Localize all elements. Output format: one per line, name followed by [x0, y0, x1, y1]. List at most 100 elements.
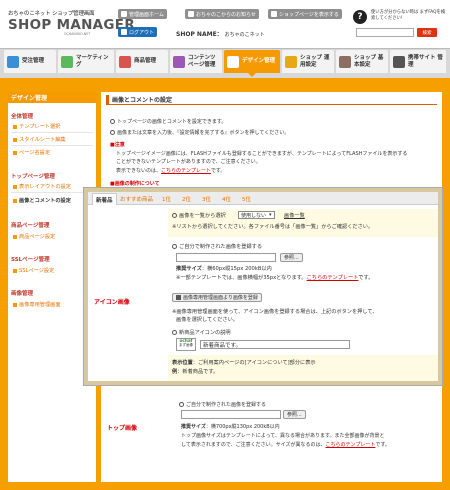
description-heading: 新商品アイコンの説明 [172, 329, 231, 336]
top-image-label: トップ画像 [107, 425, 138, 432]
shop-name: SHOP NAME： おちゃのこネット [176, 31, 265, 38]
icon-file-input[interactable] [176, 253, 276, 262]
option-select-from-list[interactable]: 画像を一覧から選択 [172, 212, 226, 219]
sidebar-heading: 画像管理 [11, 291, 34, 297]
icon-image-label: アイコン画像 [94, 299, 130, 306]
sidebar-item-layout[interactable]: 表示レイアウトの設定 [13, 183, 71, 190]
browse-button[interactable]: 参照... [283, 410, 306, 419]
window-icon [271, 11, 277, 17]
size-note: ※一部テンプレートでは、画像横幅が35pxとなります。こちらのテンプレートです。 [176, 275, 374, 281]
content-icon [173, 55, 185, 68]
top-image-option[interactable]: ご自分で制作された画像を登録する [179, 401, 266, 408]
sidebar-item-page-names[interactable]: ページ名設定 [13, 149, 50, 156]
faq-search-button[interactable]: 検索 [417, 28, 437, 37]
circle-icon [172, 330, 177, 335]
sidebar-item-product-page[interactable]: 商品ページ設定 [13, 233, 55, 240]
marketing-icon [61, 55, 73, 68]
view-shop-button[interactable]: ショップページを表示する [268, 9, 342, 19]
register-from-image-admin-button[interactable]: 画像専用管理画面より画像を登録 [172, 293, 262, 302]
size-note: トップ画像サイズはテンプレートによって、異なる場合があります。また全部画像が背景… [181, 433, 385, 439]
radio-icon[interactable] [172, 244, 177, 249]
shop-manager-logo[interactable]: SHOP MANAGER [8, 17, 135, 33]
admin-home-button[interactable]: 管理画面ホーム [118, 9, 167, 19]
caution-heading: ■注意 [110, 142, 125, 148]
size-hint: 推奨サイズ：横60px縦15px 200kB以内 [176, 266, 272, 272]
bullet-icon [13, 234, 17, 239]
intro-line: トップページの画像とコメントを設定できます。 [110, 118, 226, 125]
display-example: 例：新着商品です。 [172, 369, 219, 375]
tab-product-management[interactable]: 商品管理 [116, 50, 168, 73]
tab-recommended[interactable]: おすすめ商品 [120, 195, 153, 203]
info-icon [188, 11, 194, 17]
icon-description-input[interactable]: 新着商品です。 [200, 340, 350, 349]
active-arrow [248, 73, 256, 77]
logout-button[interactable]: ログアウト [118, 27, 158, 37]
tab-rank-4[interactable]: 4位 [222, 195, 231, 203]
tab-order-management[interactable]: 受注管理 [4, 50, 56, 73]
circle-icon [110, 130, 115, 135]
sidebar-title: デザイン管理 [8, 92, 96, 103]
sidebar-item-template-select[interactable]: テンプレート選択 [13, 123, 60, 130]
logo-tagline: おちゃのこネット ショップ管理画面 [8, 11, 95, 17]
tab-rank-1[interactable]: 1位 [162, 195, 171, 203]
size-note: して表示されますので、ご注意ください。サイズが異なるのは、こちらのテンプレートで… [181, 442, 390, 448]
operation-icon [285, 55, 297, 68]
size-hint: 推奨サイズ：横700px縦130px 200kB以内 [181, 424, 280, 430]
top-image-file-input[interactable] [181, 410, 281, 419]
radio-icon[interactable] [179, 402, 184, 407]
order-icon [7, 55, 19, 68]
basic-settings-icon [339, 55, 351, 68]
sidebar: デザイン管理 全体管理 テンプレート選択 スタイルシート編集 ページ名設定 トッ… [8, 92, 96, 482]
divider [11, 192, 93, 193]
sidebar-heading: 商品ページ管理 [11, 223, 50, 229]
bullet-icon [13, 268, 17, 273]
image-select[interactable]: 使用しない ▾ [238, 211, 275, 219]
tab-design-management[interactable]: デザイン管理 [224, 50, 280, 77]
sidebar-heading: SSLページ管理 [11, 257, 50, 263]
sidebar-item-ssl-page[interactable]: SSLページ設定 [13, 267, 54, 274]
option-upload-own[interactable]: ご自分で制作された画像を登録する [172, 243, 262, 250]
tab-rank-2[interactable]: 2位 [182, 195, 191, 203]
header: おちゃのこネット ショップ管理画面 SHOP MANAGER OCHANOKO-… [0, 0, 450, 48]
option-list-note: ※リストから選択してください。各ファイル番号は「画像一覧」からご確認ください。 [172, 224, 374, 230]
popup-tabs: 新着品 おすすめ商品 1位 2位 3位 4位 5位 [88, 192, 438, 205]
bullet-icon [13, 124, 17, 129]
sidebar-item-stylesheet[interactable]: スタイルシート編集 [13, 136, 66, 143]
intro-line: 画像または文章を入力後、『設定情報を完了する』ボタンを押してください。 [110, 129, 289, 136]
news-button[interactable]: おちゃのこからのお知らせ [185, 9, 259, 19]
faq-search-input[interactable] [356, 28, 414, 37]
radio-icon[interactable] [172, 213, 177, 218]
tab-rank-3[interactable]: 3位 [202, 195, 211, 203]
sidebar-heading: トップページ管理 [11, 174, 55, 180]
tab-shop-basic-settings[interactable]: ショップ 基本設定 [336, 50, 388, 73]
production-heading: ■画像の制作について [110, 181, 160, 187]
caution-text: 表示できないのは、こちらのテンプレートです。 [116, 168, 226, 174]
logout-icon [121, 29, 127, 35]
divider [11, 145, 93, 146]
image-list-link[interactable]: 画像一覧 [284, 212, 305, 219]
template-link[interactable]: こちらのテンプレート [161, 168, 211, 174]
sidebar-item-image-comment[interactable]: 画像とコメントの設定 [13, 197, 71, 204]
display-position: 表示位置：ご利用案内ページの[アイコンについて]部分に表示 [172, 360, 316, 366]
caution-text: ことができないテンプレートがありますので、ご注意ください。 [116, 159, 261, 165]
template-link[interactable]: こちらのテンプレート [326, 442, 376, 448]
bullet-icon [13, 150, 17, 155]
circle-icon [110, 119, 115, 124]
tab-rank-5[interactable]: 5位 [242, 195, 251, 203]
tab-content-pages[interactable]: コンテンツ ページ管理 [170, 50, 222, 73]
divider [11, 132, 93, 133]
product-icon [119, 55, 131, 68]
tab-marketing[interactable]: マーケティング [58, 50, 114, 73]
question-icon: ? [353, 10, 367, 24]
template-link[interactable]: こちらのテンプレート [307, 275, 359, 281]
tab-new-items[interactable]: 新着品 [92, 193, 117, 205]
tab-shop-operation[interactable]: ショップ 運用設定 [282, 50, 334, 73]
icon-settings-popup: 新着品 おすすめ商品 1位 2位 3位 4位 5位 アイコン画像 画像を一覧から… [84, 188, 442, 385]
browse-button[interactable]: 参照... [280, 253, 303, 262]
home-icon [121, 11, 127, 17]
chevron-down-icon: ▾ [269, 212, 272, 218]
bullet-icon [13, 137, 17, 142]
tab-mobile-site[interactable]: 携帯サイト 管理 [390, 50, 446, 73]
help-text: 使い方が分からない時は まずFAQを検索してください! [371, 10, 446, 21]
sidebar-item-image-admin[interactable]: 画像専用管理画面 [13, 301, 61, 308]
